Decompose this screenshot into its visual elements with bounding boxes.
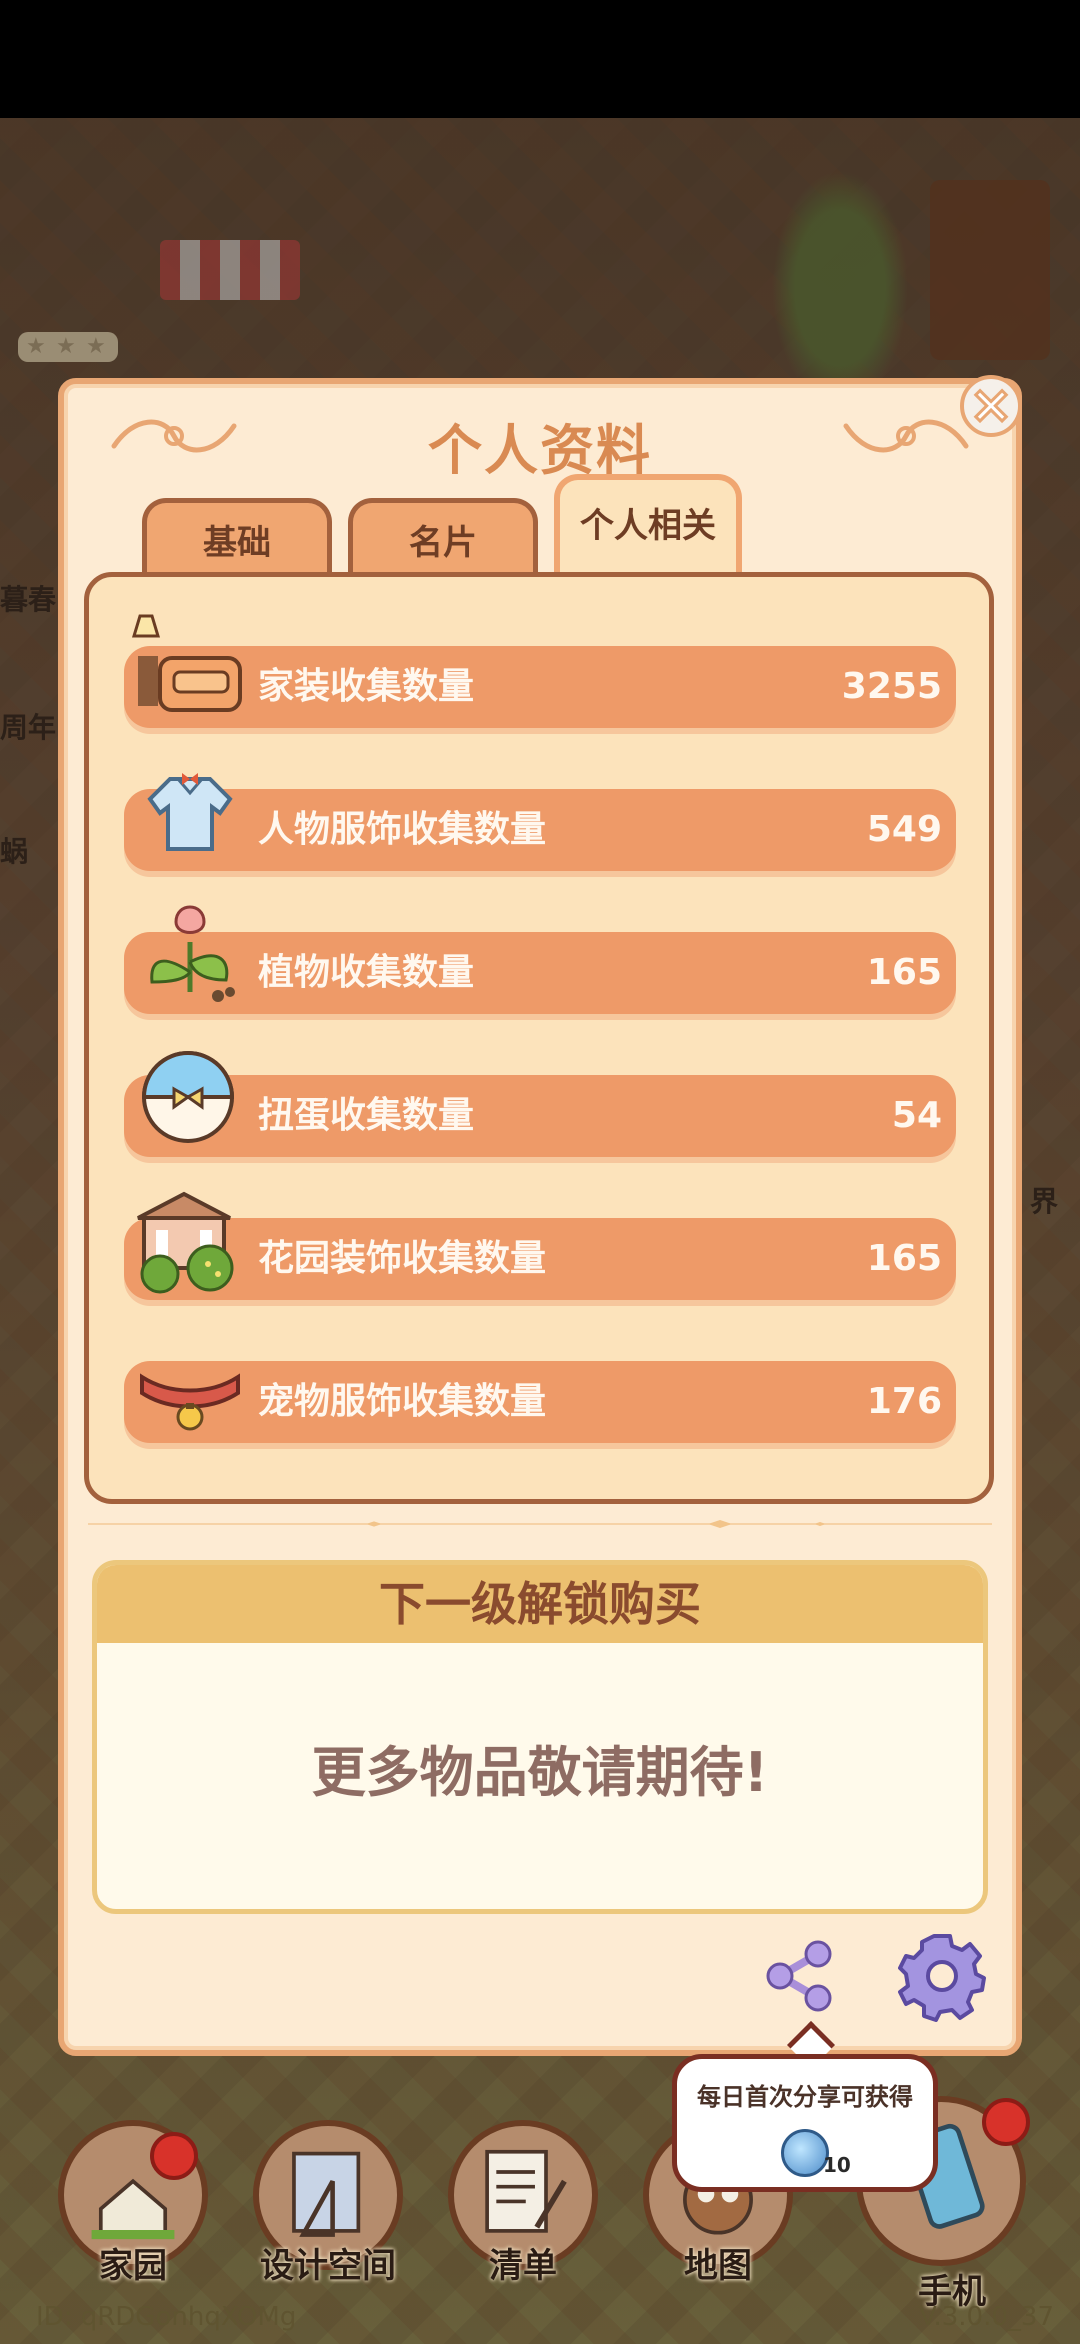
notification-dot [982, 2098, 1030, 2146]
tulip-sprout-icon [150, 905, 235, 1002]
row-value: 54 [891, 1095, 942, 1136]
row-value: 165 [866, 1238, 942, 1279]
row-label: 花园装饰收集数量 [258, 1238, 547, 1279]
collection-row-furniture: 家装收集数量 3255 [124, 614, 956, 728]
collection-row-garden: 花园装饰收集数量 165 [124, 1191, 956, 1300]
row-value: 549 [866, 809, 942, 850]
row-value: 165 [866, 952, 942, 993]
tab-basic[interactable]: 基础 [142, 498, 332, 578]
row-label: 扭蛋收集数量 [258, 1095, 475, 1136]
scroll-ornament-right-icon [843, 419, 969, 453]
settings-button[interactable] [896, 1930, 988, 2022]
row-label: 植物收集数量 [258, 952, 475, 993]
side-label: 周年 [0, 711, 57, 744]
blue-orb-icon [781, 2129, 829, 2177]
side-label: 蜗 [0, 835, 29, 868]
row-label: 人物服饰收集数量 [258, 809, 547, 850]
side-label: 界 [1030, 1185, 1059, 1218]
close-button[interactable]: × [960, 375, 1022, 437]
tab-card[interactable]: 名片 [348, 498, 538, 578]
capsule-icon [141, 1051, 235, 1143]
share-icon [766, 1940, 832, 2012]
divider-ornament [88, 1520, 992, 1528]
nav-label-design-space: 设计空间 [260, 2246, 396, 2286]
player-id: ID: qRDGonhqXOMg [36, 2302, 297, 2332]
unlock-message: 更多物品敬请期待! [311, 1741, 769, 1804]
gear-icon [898, 1934, 986, 2022]
nav-label-home: 家园 [99, 2246, 167, 2286]
tab-personal[interactable]: 个人相关 [554, 474, 742, 578]
pet-collar-icon [140, 1373, 240, 1431]
row-value: 176 [866, 1381, 942, 1422]
reward-count: 10 [823, 2153, 851, 2177]
nav-label-list: 清单 [489, 2246, 557, 2286]
row-label: 家装收集数量 [258, 666, 475, 707]
unlock-box: 下一级解锁购买 更多物品敬请期待! [92, 1560, 988, 1914]
share-reward-tooltip: 每日首次分享可获得 10 [672, 2054, 938, 2192]
garden-pavilion-icon [137, 1191, 234, 1294]
status-bar [0, 0, 1080, 118]
row-label: 宠物服饰收集数量 [258, 1381, 547, 1422]
sofa-lamp-icon [131, 614, 242, 712]
close-icon: × [968, 375, 1015, 435]
share-button[interactable] [760, 1936, 840, 2016]
collection-row-pet: 宠物服饰收集数量 176 [124, 1361, 956, 1443]
tooltip-text: 每日首次分享可获得 [697, 2083, 913, 2111]
collection-row-capsule: 扭蛋收集数量 54 [124, 1051, 956, 1157]
nav-label-map: 地图 [684, 2246, 752, 2286]
side-label: 暮春 [0, 583, 57, 616]
version-label: V.3.0.0_37 [919, 2302, 1054, 2332]
collection-row-clothing: 人物服饰收集数量 549 [124, 773, 956, 871]
collection-row-plants: 植物收集数量 165 [124, 905, 956, 1014]
notification-dot [150, 2132, 198, 2180]
row-value: 3255 [841, 666, 942, 707]
unlock-header: 下一级解锁购买 [97, 1565, 983, 1643]
shirt-icon [147, 773, 233, 851]
